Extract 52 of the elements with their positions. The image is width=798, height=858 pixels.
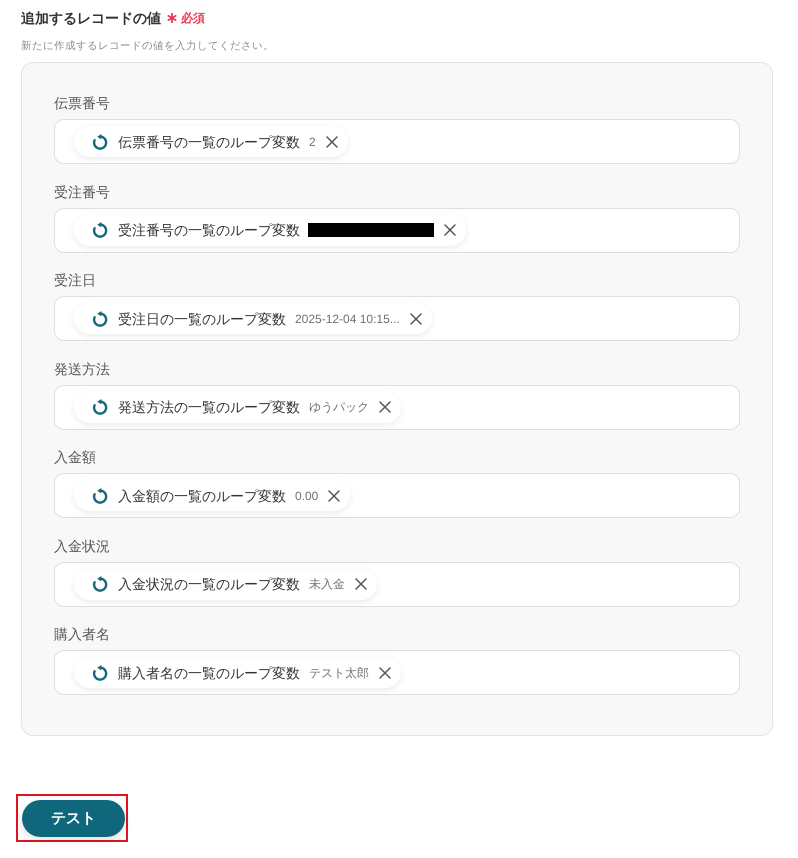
close-icon[interactable] [410,312,422,324]
circular-arrow-icon [92,134,108,150]
field-label: 発送方法 [54,360,111,376]
variable-chip[interactable]: 受注番号の一覧のループ変数 [74,214,466,246]
chip-name: 入金状況の一覧のループ変数 [118,575,300,593]
chip-value: 2 [309,134,316,150]
close-icon[interactable] [379,401,391,413]
required-label: 必須 [181,10,205,27]
variable-chip[interactable]: 購入者名の一覧のループ変数 テスト太郎 [74,657,401,688]
field-label: 入金額 [54,449,97,465]
field-label: 受注番号 [54,184,111,200]
field-label: 入金状況 [54,538,111,554]
variable-chip[interactable]: 伝票番号の一覧のループ変数 2 [74,126,348,157]
chip-value: 0.00 [295,488,318,504]
field-label: 受注日 [54,272,97,288]
section-description: 新たに作成するレコードの値を入力してください。 [21,39,275,54]
chip-value: 未入金 [309,576,345,592]
variable-chip[interactable]: 発送方法の一覧のループ変数 ゆうパック [74,392,401,422]
input-field[interactable]: 発送方法の一覧のループ変数 ゆうパック [54,384,740,430]
close-icon[interactable] [328,490,340,502]
close-icon[interactable] [444,224,456,236]
chip-name: 伝票番号の一覧のループ変数 [118,132,300,150]
input-field[interactable]: 入金状況の一覧のループ変数 未入金 [54,562,740,606]
input-field[interactable]: 購入者名の一覧のループ変数 テスト太郎 [54,650,740,695]
circular-arrow-icon [92,310,108,326]
input-field[interactable]: 入金額の一覧のループ変数 0.00 [54,473,740,518]
circular-arrow-icon [92,222,108,238]
input-field[interactable]: 受注番号の一覧のループ変数 [54,208,740,252]
circular-arrow-icon [92,576,108,592]
chip-value: 2025-12-04 10:15... [295,310,400,326]
circular-arrow-icon [92,488,108,504]
input-field[interactable]: 伝票番号の一覧のループ変数 2 [54,119,740,164]
circular-arrow-icon [92,664,108,680]
chip-name: 入金額の一覧のループ変数 [118,486,286,504]
chip-value: ゆうパック [309,399,369,415]
input-field[interactable]: 受注日の一覧のループ変数 2025-12-04 10:15... [54,296,740,341]
close-icon[interactable] [379,666,391,678]
chip-name: 購入者名の一覧のループ変数 [118,664,300,682]
field-label: 購入者名 [54,626,111,642]
chip-name: 発送方法の一覧のループ変数 [118,398,300,416]
circular-arrow-icon [92,399,108,415]
chip-name: 受注日の一覧のループ変数 [118,310,286,328]
variable-chip[interactable]: 受注日の一覧のループ変数 2025-12-04 10:15... [74,303,432,334]
variable-chip[interactable]: 入金状況の一覧のループ変数 未入金 [74,568,377,600]
chip-value: テスト太郎 [309,664,369,680]
close-icon[interactable] [355,578,367,590]
section-title: 追加するレコードの値 [21,9,161,28]
close-icon[interactable] [326,136,338,148]
field-label: 伝票番号 [54,95,111,111]
chip-name: 受注番号の一覧のループ変数 [118,221,300,239]
test-button[interactable]: テスト [22,800,125,837]
variable-chip[interactable]: 入金額の一覧のループ変数 0.00 [74,480,350,511]
